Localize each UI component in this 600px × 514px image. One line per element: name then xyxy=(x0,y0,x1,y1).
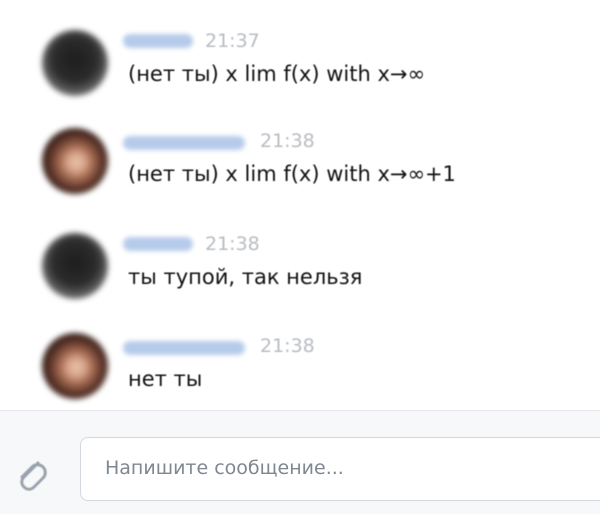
paperclip-icon[interactable] xyxy=(10,453,50,497)
message-text: (нет ты) x lim f(x) with x→∞ xyxy=(128,62,425,86)
avatar[interactable] xyxy=(42,30,108,96)
sender-name[interactable] xyxy=(123,237,193,251)
message-text: (нет ты) x lim f(x) with x→∞+1 xyxy=(128,162,456,186)
sender-name[interactable] xyxy=(123,136,245,150)
avatar[interactable] xyxy=(42,333,108,399)
sender-name[interactable] xyxy=(123,341,245,355)
message-text: ты тупой, так нельзя xyxy=(128,265,363,289)
message-composer: Напишите сообщение... xyxy=(0,410,600,514)
message-input[interactable]: Напишите сообщение... xyxy=(80,437,600,501)
message-input-placeholder: Напишите сообщение... xyxy=(105,457,344,479)
message-text: нет ты xyxy=(128,367,203,391)
message-item: 21:38 (нет ты) x lim f(x) with x→∞+1 xyxy=(0,120,600,220)
avatar[interactable] xyxy=(42,128,108,194)
message-time: 21:38 xyxy=(260,130,315,152)
message-history: 21:37 (нет ты) x lim f(x) with x→∞ 21:38… xyxy=(0,0,600,410)
avatar[interactable] xyxy=(42,233,108,299)
message-item: 21:38 ты тупой, так нельзя xyxy=(0,223,600,323)
message-time: 21:38 xyxy=(205,233,260,255)
message-time: 21:37 xyxy=(205,30,260,52)
sender-name[interactable] xyxy=(123,34,193,48)
message-time: 21:38 xyxy=(260,335,315,357)
message-item: 21:37 (нет ты) x lim f(x) with x→∞ xyxy=(0,20,600,120)
